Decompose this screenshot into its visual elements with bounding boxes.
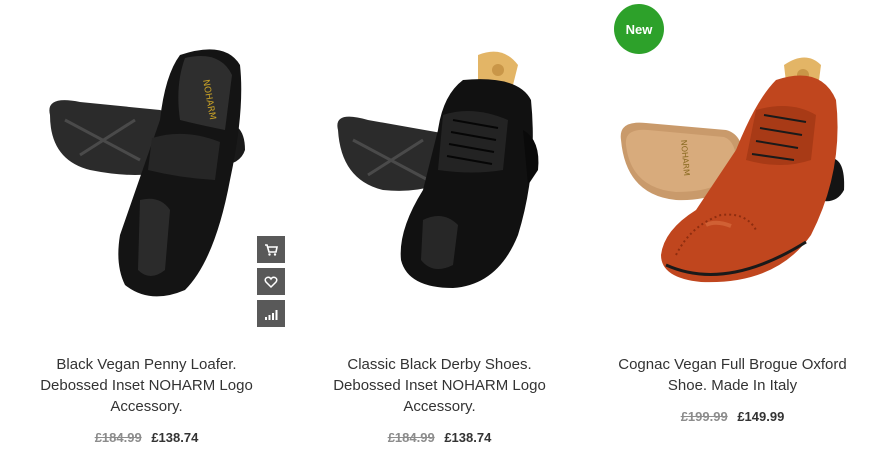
old-price: £184.99: [94, 430, 142, 445]
product-prices: £199.99 £149.99: [586, 409, 879, 424]
product-title-line[interactable]: Debossed Inset NOHARM Logo: [303, 375, 576, 396]
product-prices: £184.99 £138.74: [293, 430, 586, 445]
product-title-line[interactable]: Accessory.: [10, 396, 283, 417]
old-price: £199.99: [680, 409, 728, 424]
product-card: NOHARM Black Vegan Penny Loafer. Debosse…: [0, 0, 293, 458]
product-image[interactable]: [313, 20, 578, 310]
product-title-line[interactable]: Shoe. Made In Italy: [596, 375, 869, 396]
old-price: £184.99: [387, 430, 435, 445]
product-title-line[interactable]: Accessory.: [303, 396, 576, 417]
sale-price: £138.74: [444, 430, 492, 445]
product-card: Classic Black Derby Shoes. Debossed Inse…: [293, 0, 586, 458]
sale-price: £138.74: [151, 430, 199, 445]
product-title[interactable]: Cognac Vegan Full Brogue Oxford Shoe. Ma…: [596, 354, 869, 396]
product-title-line[interactable]: Black Vegan Penny Loafer.: [10, 354, 283, 375]
product-image[interactable]: NOHARM: [606, 20, 871, 310]
compare-icon: [265, 309, 278, 320]
product-title-line[interactable]: Cognac Vegan Full Brogue Oxford: [596, 354, 869, 375]
product-actions: [257, 236, 285, 332]
black-penny-loafer-image: NOHARM: [49, 49, 245, 297]
product-title-line[interactable]: Classic Black Derby Shoes.: [303, 354, 576, 375]
product-image[interactable]: NOHARM: [20, 20, 285, 310]
black-derby-shoe-image: [337, 51, 539, 288]
product-card: New NOHARM Cognac Vegan Full Brogue Oxfo…: [586, 0, 879, 458]
product-prices: £184.99 £138.74: [0, 430, 293, 445]
new-badge: New: [614, 4, 664, 54]
product-title[interactable]: Classic Black Derby Shoes. Debossed Inse…: [303, 354, 576, 417]
sale-price: £149.99: [737, 409, 785, 424]
cart-icon: [265, 243, 278, 256]
heart-icon: [264, 275, 278, 288]
product-title-line[interactable]: Debossed Inset NOHARM Logo: [10, 375, 283, 396]
product-grid: NOHARM Black Vegan Penny Loafer. Debosse…: [0, 0, 880, 458]
compare-button[interactable]: [257, 300, 285, 327]
add-to-wishlist-button[interactable]: [257, 268, 285, 295]
cognac-brogue-oxford-image: NOHARM: [620, 57, 845, 283]
product-title[interactable]: Black Vegan Penny Loafer. Debossed Inset…: [10, 354, 283, 417]
add-to-cart-button[interactable]: [257, 236, 285, 263]
